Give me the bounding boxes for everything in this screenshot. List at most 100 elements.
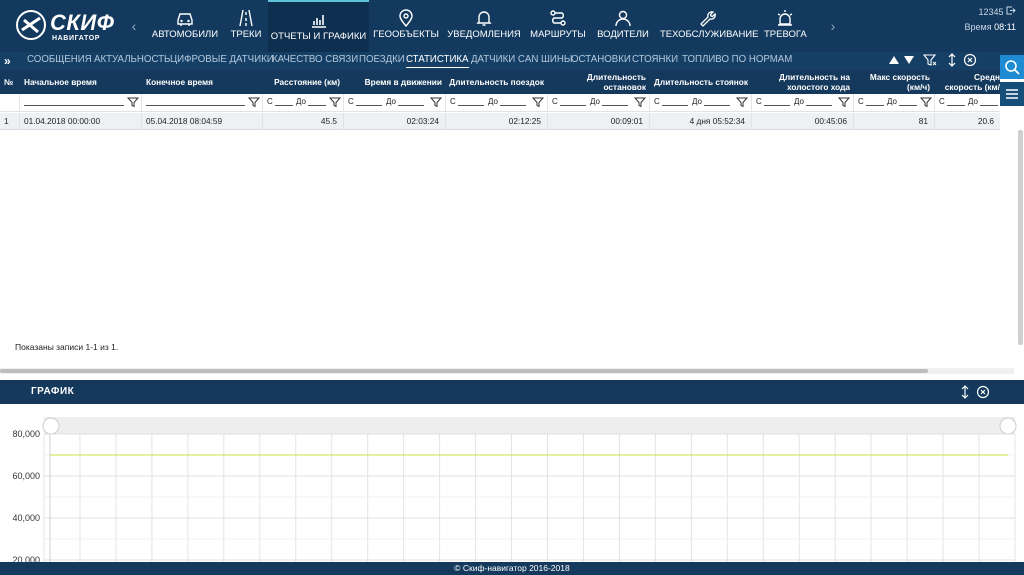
nav-item-geoobjects[interactable]: ГЕООБЪЕКТЫ [372, 0, 440, 52]
filter-icon[interactable] [248, 96, 260, 108]
filter-icon[interactable] [736, 96, 748, 108]
nav-item-maintenance[interactable]: ТЕХОБСЛУЖИВАНИЕ [660, 0, 758, 52]
time-label: Время [964, 22, 992, 32]
filter-icon[interactable] [532, 96, 544, 108]
tab-messages[interactable]: СООБЩЕНИЯ [27, 54, 92, 68]
nav-item-notifications[interactable]: УВЕДОМЛЕНИЯ [447, 0, 521, 52]
column-header-number[interactable]: № [4, 70, 20, 94]
search-button[interactable] [1000, 55, 1024, 79]
filter-icon[interactable] [127, 96, 139, 108]
column-header-idle-duration[interactable]: Длительность на холостого хода [752, 70, 850, 94]
tab-fuel-norms[interactable]: ТОПЛИВО ПО НОРМАМ [682, 54, 792, 68]
logo-subtitle: НАВИГАТОР [52, 35, 101, 42]
filter-to-input[interactable] [308, 105, 326, 106]
filter-to-input[interactable] [704, 105, 730, 106]
filter-from-label: С [348, 97, 354, 106]
filter-from-input[interactable] [866, 105, 884, 106]
user-icon [615, 10, 631, 27]
filter-icon[interactable] [920, 96, 932, 108]
filter-input-start-time[interactable] [24, 105, 124, 106]
filter-icon[interactable] [634, 96, 646, 108]
cell-start-time: 01.04.2018 00:00:00 [20, 113, 142, 130]
filter-to-label: До [794, 97, 804, 106]
triangle-up-icon[interactable] [887, 53, 901, 67]
filter-icon[interactable] [329, 96, 341, 108]
nav-scroll-left-button[interactable]: ‹ [124, 0, 144, 52]
chart-panel-title: ГРАФИК [31, 386, 75, 397]
filter-from-input[interactable] [275, 105, 293, 106]
logout-icon[interactable] [1006, 6, 1016, 15]
triangle-down-icon[interactable] [902, 53, 916, 67]
chart-panel-header: ГРАФИК [0, 380, 1024, 404]
filter-from-input[interactable] [458, 105, 484, 106]
nav-item-alarm[interactable]: ТРЕВОГА [764, 0, 807, 52]
nav-item-reports[interactable]: ОТЧЕТЫ И ГРАФИКИ [268, 0, 369, 52]
nav-item-drivers[interactable]: ВОДИТЕЛИ [595, 0, 651, 52]
close-circle-icon[interactable] [976, 385, 990, 399]
tab-stops[interactable]: ОСТАНОВКИ [571, 54, 631, 68]
nav-item-label: МАРШРУТЫ [530, 29, 586, 40]
tab-connection-quality[interactable]: КАЧЕСТВО СВЯЗИ [272, 54, 358, 68]
nav-item-tracks[interactable]: ТРЕКИ [225, 0, 267, 52]
range-navigator[interactable] [44, 417, 1015, 434]
column-header-moving-time[interactable]: Время в движении [344, 70, 442, 94]
horizontal-scrollbar-thumb[interactable] [0, 369, 928, 373]
filter-from-input[interactable] [560, 105, 586, 106]
close-circle-icon[interactable] [963, 53, 977, 67]
column-header-parkings-duration[interactable]: Длительность стоянок [652, 70, 748, 94]
app-logo[interactable]: СКИФ НАВИГАТОР [14, 8, 124, 44]
wrench-icon [699, 11, 716, 27]
tab-trips[interactable]: ПОЕЗДКИ [359, 54, 405, 68]
cell-number: 1 [0, 113, 20, 130]
tab-actuality[interactable]: АКТУАЛЬНОСТЬ [94, 54, 170, 68]
filter-to-input[interactable] [806, 105, 832, 106]
filter-to-input[interactable] [899, 105, 917, 106]
y-tick-label: 80,000 [12, 429, 40, 439]
column-header-trips-duration[interactable]: Длительность поездок [448, 70, 544, 94]
filter-to-input[interactable] [500, 105, 526, 106]
logo-text: СКИФ [50, 10, 115, 35]
tab-statistics[interactable]: СТАТИСТИКА [406, 54, 469, 68]
column-header-end-time[interactable]: Конечное время [146, 70, 261, 94]
range-handle-right[interactable] [999, 417, 1017, 435]
filter-to-input[interactable] [398, 105, 424, 106]
table-vertical-scrollbar[interactable] [1018, 130, 1023, 345]
filter-icon[interactable] [838, 96, 850, 108]
menu-button[interactable] [1000, 82, 1024, 106]
filter-from-input[interactable] [947, 105, 965, 106]
tab-parkings[interactable]: СТОЯНКИ [632, 54, 678, 68]
filter-from-input[interactable] [356, 105, 382, 106]
column-header-avg-speed[interactable]: Средн скорость (км/ [936, 70, 1000, 94]
nav-item-cars[interactable]: АВТОМОБИЛИ [145, 0, 225, 52]
tab-digital-sensors[interactable]: ЦИФРОВЫЕ ДАТЧИКИ [170, 54, 274, 68]
filter-from-input[interactable] [662, 105, 688, 106]
column-header-stops-duration[interactable]: Длительность остановок [550, 70, 646, 94]
line-chart[interactable]: 80,000 60,000 40,000 20,000 [0, 404, 1024, 565]
filter-input-end-time[interactable] [146, 105, 245, 106]
filter-icon[interactable] [430, 96, 442, 108]
column-header-start-time[interactable]: Начальное время [24, 70, 139, 94]
filter-to-input[interactable] [602, 105, 628, 106]
nav-item-routes[interactable]: МАРШРУТЫ [529, 0, 587, 52]
column-header-max-speed[interactable]: Макс скорость (км/ч) [856, 70, 930, 94]
filter-to-input[interactable] [980, 105, 998, 106]
tab-can-sensors[interactable]: ДАТЧИКИ CAN ШИНЫ [471, 54, 572, 68]
filter-cell-max-speed: С До [854, 94, 935, 112]
double-chevron-right-icon[interactable]: » [4, 54, 11, 68]
resize-vertical-icon[interactable] [958, 385, 972, 399]
range-handle-left[interactable] [42, 417, 60, 435]
column-header-distance[interactable]: Расстояние (км) [262, 70, 340, 94]
nav-scroll-right-button[interactable]: › [823, 0, 843, 52]
cell-max-speed: 81 [854, 113, 935, 130]
filter-from-input[interactable] [764, 105, 790, 106]
cell-idle-duration: 00:45:06 [752, 113, 854, 130]
filter-from-label: С [858, 97, 864, 106]
report-tabs-bar: » СООБЩЕНИЯ АКТУАЛЬНОСТЬ ЦИФРОВЫЕ ДАТЧИК… [0, 52, 1024, 70]
table-row[interactable]: 1 01.04.2018 00:00:00 05.04.2018 08:04:5… [0, 113, 1000, 130]
time-value: 08:11 [994, 22, 1016, 32]
filter-to-label: До [968, 97, 978, 106]
cell-stops-duration: 00:09:01 [548, 113, 650, 130]
resize-vertical-icon[interactable] [945, 53, 959, 67]
cell-avg-speed: 20.6 [977, 116, 994, 126]
clear-filter-icon[interactable] [923, 53, 937, 67]
